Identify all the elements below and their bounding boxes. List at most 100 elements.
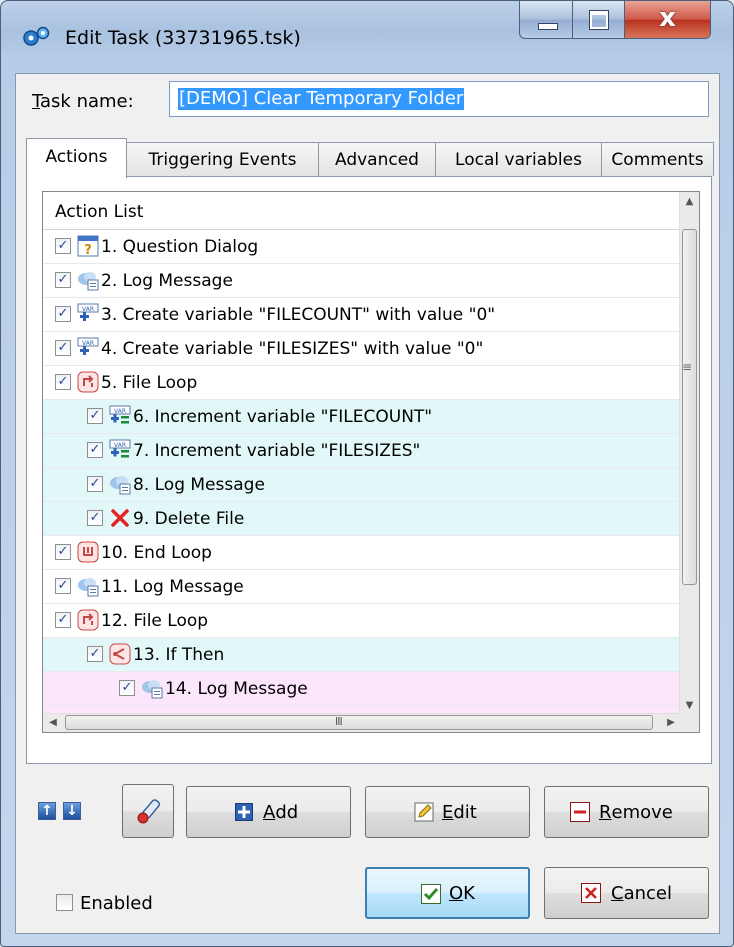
move-up-button[interactable]: ↑ — [38, 802, 56, 820]
action-list[interactable]: Action List ✓? 1. Question Dialog ✓ 2. Log … — [42, 191, 700, 733]
list-item[interactable]: ✓ 5. File Loop — [43, 366, 681, 400]
delete-icon — [109, 507, 131, 529]
action-list-header[interactable]: Action List — [43, 192, 681, 230]
question-dialog-icon: ? — [77, 235, 99, 258]
checkmark-icon — [421, 884, 441, 904]
create-variable-icon: VAR — [77, 337, 99, 359]
maximize-icon — [589, 10, 609, 30]
row-checkbox[interactable]: ✓ — [55, 544, 71, 560]
enabled-label[interactable]: Enabled — [80, 893, 153, 914]
remove-button[interactable]: Remove — [544, 786, 709, 838]
minimize-button[interactable] — [519, 1, 573, 39]
row-label: 10. End Loop — [101, 543, 212, 563]
row-label: 11. Log Message — [101, 577, 244, 597]
svg-text:VAR: VAR — [82, 340, 94, 347]
list-item[interactable]: ✓ 13. If Then — [43, 638, 681, 672]
actions-panel: Action List ✓? 1. Question Dialog ✓ 2. Log … — [26, 176, 712, 764]
row-checkbox[interactable]: ✓ — [55, 238, 71, 254]
list-item[interactable]: ✓ 10. End Loop — [43, 536, 681, 570]
log-message-icon — [77, 575, 99, 597]
list-item[interactable]: ✓ 11. Log Message — [43, 570, 681, 604]
row-checkbox[interactable]: ✓ — [87, 408, 103, 424]
row-checkbox[interactable]: ✓ — [55, 374, 71, 390]
increment-variable-icon: VAR — [109, 439, 131, 461]
row-checkbox[interactable]: ✓ — [55, 612, 71, 628]
cancel-button[interactable]: Cancel — [544, 867, 709, 919]
list-item[interactable]: ✓? 1. Question Dialog — [43, 230, 681, 264]
tab-actions[interactable]: Actions — [26, 138, 127, 178]
scroll-right-icon[interactable]: ▶ — [661, 714, 681, 732]
minimize-icon — [538, 23, 558, 30]
minus-icon — [570, 802, 590, 822]
list-item[interactable]: ✓ VAR 3. Create variable "FILECOUNT" with … — [43, 298, 681, 332]
row-label: 7. Increment variable "FILESIZES" — [133, 441, 421, 461]
row-checkbox[interactable]: ✓ — [55, 272, 71, 288]
list-item[interactable]: ✓ VAR 7. Increment variable "FILESIZES" — [43, 434, 681, 468]
scroll-down-icon[interactable]: ▼ — [680, 696, 699, 716]
svg-text:VAR: VAR — [114, 442, 126, 449]
maximize-button[interactable] — [573, 1, 625, 39]
row-label: 4. Create variable "FILESIZES" with valu… — [101, 339, 484, 359]
action-rows: ✓? 1. Question Dialog ✓ 2. Log Message ✓ VAR 3… — [43, 230, 681, 716]
task-name-label: Task name: — [32, 91, 134, 112]
row-label: 6. Increment variable "FILECOUNT" — [133, 407, 433, 427]
if-then-icon — [109, 643, 131, 665]
svg-text:VAR: VAR — [114, 408, 126, 415]
row-label: 2. Log Message — [101, 271, 233, 291]
task-name-input[interactable]: [DEMO] Clear Temporary Folder — [169, 81, 709, 117]
plus-icon — [235, 803, 253, 821]
h-scroll-grip: III — [335, 715, 343, 728]
tab-comments[interactable]: Comments — [601, 142, 714, 176]
cancel-x-icon — [581, 883, 601, 903]
list-item[interactable]: ✓ VAR 4. Create variable "FILESIZES" with … — [43, 332, 681, 366]
log-message-icon — [141, 677, 163, 699]
app-gears-icon — [23, 26, 50, 46]
tab-triggering-events[interactable]: Triggering Events — [126, 142, 319, 176]
test-tube-icon — [137, 799, 161, 824]
window-title: Edit Task (33731965.tsk) — [65, 27, 301, 49]
row-checkbox[interactable]: ✓ — [87, 510, 103, 526]
move-down-button[interactable]: ↓ — [63, 802, 81, 820]
close-button[interactable]: x — [625, 1, 711, 39]
row-checkbox[interactable]: ✓ — [87, 476, 103, 492]
row-checkbox[interactable]: ✓ — [55, 306, 71, 322]
row-checkbox[interactable]: ✓ — [119, 680, 135, 696]
close-icon: x — [659, 3, 676, 33]
file-loop-icon — [77, 609, 99, 631]
ok-button[interactable]: OK — [365, 867, 530, 919]
list-item[interactable]: ✓ 2. Log Message — [43, 264, 681, 298]
pencil-icon — [414, 802, 434, 822]
enabled-checkbox[interactable] — [56, 894, 73, 911]
vertical-scrollbar[interactable]: ▲ ≡ ▼ — [679, 192, 699, 716]
list-item[interactable]: ✓ 8. Log Message — [43, 468, 681, 502]
row-checkbox[interactable]: ✓ — [87, 646, 103, 662]
tab-local-variables[interactable]: Local variables — [435, 142, 602, 176]
list-item[interactable]: ✓ 9. Delete File — [43, 502, 681, 536]
horizontal-scrollbar[interactable]: ◀ III ▶ — [43, 713, 681, 732]
test-action-button[interactable] — [122, 784, 174, 838]
row-label: 9. Delete File — [133, 509, 245, 529]
list-item[interactable]: ✓ 14. Log Message — [43, 672, 681, 706]
list-item[interactable]: ✓ VAR 6. Increment variable "FILECOUNT" — [43, 400, 681, 434]
row-label: 14. Log Message — [165, 679, 308, 699]
arrow-up-icon: ↑ — [41, 803, 53, 819]
create-variable-icon: VAR — [77, 303, 99, 325]
scroll-up-icon[interactable]: ▲ — [680, 192, 699, 212]
add-button[interactable]: Add — [186, 786, 351, 838]
list-item[interactable]: ✓ 12. File Loop — [43, 604, 681, 638]
file-loop-icon — [77, 371, 99, 393]
row-label: 5. File Loop — [101, 373, 198, 393]
row-checkbox[interactable]: ✓ — [55, 340, 71, 356]
vertical-scroll-thumb[interactable] — [682, 229, 697, 585]
edit-button[interactable]: Edit — [365, 786, 530, 838]
row-label: 8. Log Message — [133, 475, 265, 495]
row-checkbox[interactable]: ✓ — [55, 578, 71, 594]
arrow-down-icon: ↓ — [66, 803, 78, 819]
log-message-icon — [109, 473, 131, 495]
horizontal-scroll-thumb[interactable] — [65, 715, 653, 730]
tab-advanced[interactable]: Advanced — [318, 142, 436, 176]
dialog-client: Task name: [DEMO] Clear Temporary Folder… — [15, 73, 720, 934]
title-bar[interactable]: Edit Task (33731965.tsk) x — [1, 1, 733, 73]
row-checkbox[interactable]: ✓ — [87, 442, 103, 458]
scroll-left-icon[interactable]: ◀ — [43, 714, 63, 732]
